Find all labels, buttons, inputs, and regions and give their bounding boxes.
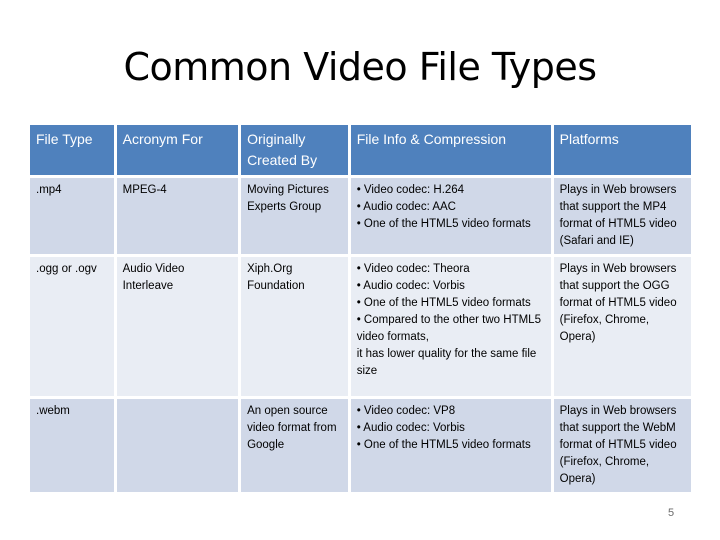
- header-file-type: File Type: [30, 125, 114, 175]
- slide-title: Common Video File Types: [123, 45, 597, 89]
- info-line: • Video codec: Theora: [356, 263, 470, 275]
- info-line: • One of the HTML5 video formats: [356, 218, 531, 230]
- table-row: .ogg or .ogv Audio Video Interleave Xiph…: [30, 257, 691, 396]
- header-originally-created-by: Originally Created By: [241, 125, 348, 175]
- page-number: 5: [668, 507, 675, 519]
- cell-created-by: Xiph.Org Foundation: [241, 257, 348, 396]
- cell-file-info: • Video codec: VP8 • Audio codec: Vorbis…: [350, 399, 551, 492]
- info-line: it has lower quality for the same file s…: [356, 348, 537, 377]
- cell-acronym-for: Audio Video Interleave: [116, 257, 239, 396]
- info-line: • One of the HTML5 video formats: [356, 297, 531, 309]
- info-line: • Video codec: VP8: [356, 405, 456, 417]
- table-row: .mp4 MPEG-4 Moving Pictures Experts Grou…: [30, 178, 691, 254]
- info-line: • One of the HTML5 video formats: [356, 439, 531, 451]
- cell-file-type: .webm: [30, 399, 114, 492]
- table-row: .webm An open source video format from G…: [30, 399, 691, 492]
- info-line: • Audio codec: Vorbis: [356, 280, 465, 292]
- header-acronym-for: Acronym For: [116, 125, 239, 175]
- cell-file-info: • Video codec: Theora • Audio codec: Vor…: [350, 257, 551, 396]
- header-file-info-compression: File Info & Compression: [350, 125, 551, 175]
- video-file-types-table: File Type Acronym For Originally Created…: [27, 122, 694, 495]
- cell-created-by: An open source video format from Google: [241, 399, 348, 492]
- cell-file-type: .mp4: [30, 178, 114, 254]
- header-platforms: Platforms: [553, 125, 691, 175]
- cell-file-type: .ogg or .ogv: [30, 257, 114, 396]
- cell-platforms: Plays in Web browsers that support the W…: [553, 399, 691, 492]
- cell-acronym-for: [116, 399, 239, 492]
- cell-platforms: Plays in Web browsers that support the M…: [553, 178, 691, 254]
- info-line: • Audio codec: AAC: [356, 201, 456, 213]
- cell-created-by: Moving Pictures Experts Group: [241, 178, 348, 254]
- cell-platforms: Plays in Web browsers that support the O…: [553, 257, 691, 396]
- info-line: • Video codec: H.264: [356, 184, 465, 196]
- cell-file-info: • Video codec: H.264 • Audio codec: AAC …: [350, 178, 551, 254]
- table-header-row: File Type Acronym For Originally Created…: [30, 125, 691, 175]
- cell-acronym-for: MPEG-4: [116, 178, 239, 254]
- info-line: • Audio codec: Vorbis: [356, 422, 465, 434]
- info-line: • Compared to the other two HTML5 video …: [356, 314, 541, 343]
